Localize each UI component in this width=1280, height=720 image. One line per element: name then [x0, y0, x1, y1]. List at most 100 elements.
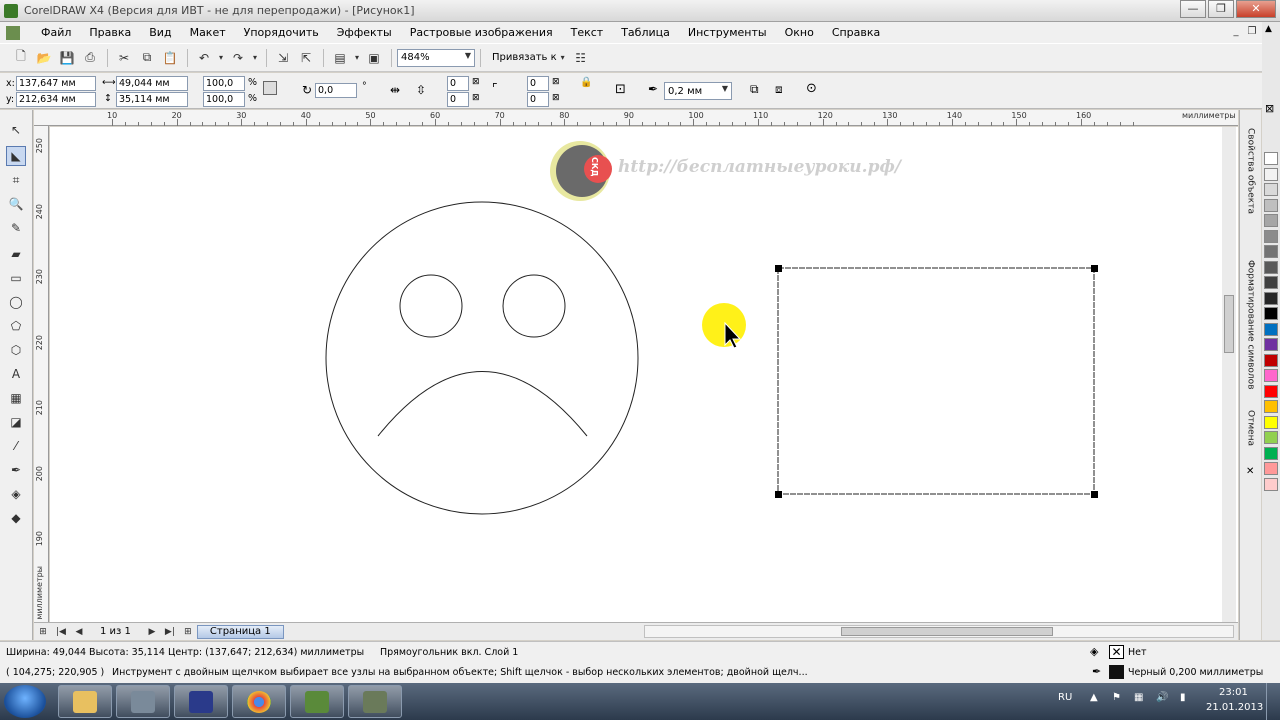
last-page-icon[interactable]: ▶|	[163, 625, 177, 639]
width-field[interactable]: 49,044 мм	[116, 76, 188, 91]
network-icon[interactable]: ▦	[1134, 692, 1143, 703]
no-fill-swatch[interactable]: ✕	[1109, 645, 1124, 659]
color-swatch[interactable]	[1264, 384, 1278, 398]
new-document-icon[interactable]: 🗋	[10, 48, 32, 68]
zoom-tool-icon[interactable]: 🔍	[6, 194, 26, 214]
document-icon[interactable]	[6, 25, 20, 40]
face-circle[interactable]	[325, 201, 639, 515]
menu-window[interactable]: Окно	[776, 26, 823, 39]
table-tool-icon[interactable]: ▦	[6, 388, 26, 408]
polygon-tool-icon[interactable]: ⬠	[6, 316, 26, 336]
start-button[interactable]	[4, 685, 46, 718]
menu-layout[interactable]: Макет	[181, 26, 235, 39]
scroll-thumb[interactable]	[841, 627, 1053, 636]
pick-tool-icon[interactable]: ↖	[6, 120, 26, 140]
color-swatch[interactable]	[1264, 214, 1278, 227]
menu-bitmaps[interactable]: Растровые изображения	[401, 26, 562, 39]
launcher-dropdown-icon[interactable]: ▾	[352, 48, 362, 68]
selection-node[interactable]	[1091, 491, 1098, 498]
clock-time[interactable]: 23:01	[1219, 687, 1248, 698]
lock-ratio-icon[interactable]	[263, 81, 277, 95]
color-swatch[interactable]	[1264, 446, 1278, 460]
selection-node[interactable]	[775, 265, 782, 272]
selection-node[interactable]	[1091, 265, 1098, 272]
color-swatch[interactable]	[1264, 291, 1278, 305]
options-icon[interactable]: ☷	[570, 48, 592, 68]
chevron-down-icon[interactable]: ▾	[557, 48, 569, 68]
page-options-icon[interactable]: ⊞	[36, 625, 50, 639]
smart-fill-tool-icon[interactable]: ▰	[6, 244, 26, 264]
selection-node[interactable]	[775, 491, 782, 498]
mirror-horizontal-icon[interactable]: ⇹	[390, 83, 400, 97]
welcome-screen-icon[interactable]: ▣	[363, 48, 385, 68]
x-position-field[interactable]: 137,647 мм	[16, 76, 96, 91]
y-position-field[interactable]: 212,634 мм	[16, 92, 96, 107]
menu-file[interactable]: Файл	[32, 26, 80, 39]
eyedropper-tool-icon[interactable]: ⁄	[6, 436, 26, 456]
menu-table[interactable]: Таблица	[612, 26, 679, 39]
scroll-thumb[interactable]	[1224, 295, 1234, 353]
scale-x-field[interactable]: 100,0	[203, 76, 245, 91]
close-button[interactable]: ✕	[1236, 0, 1276, 18]
drawing-canvas[interactable]: СКД http://бесплатныеуроки.рф/	[50, 127, 1238, 622]
interactive-fill-tool-icon[interactable]: ◆	[6, 508, 26, 528]
snap-to-dropdown[interactable]: Привязать к	[492, 52, 557, 63]
tab-character-formatting[interactable]: Форматирование символов	[1242, 260, 1259, 395]
left-eye[interactable]	[399, 274, 463, 338]
power-icon[interactable]: ▮	[1180, 692, 1186, 703]
corner-top-left-field[interactable]: 0	[447, 76, 469, 91]
no-color-swatch-icon[interactable]: ⊠	[1265, 102, 1274, 115]
volume-icon[interactable]: 🔊	[1156, 692, 1168, 703]
add-page-icon[interactable]: ⊞	[181, 625, 195, 639]
tab-object-properties[interactable]: Свойства объекта	[1242, 128, 1259, 248]
import-icon[interactable]: ⇲	[272, 48, 294, 68]
color-swatch[interactable]	[1264, 245, 1278, 258]
convert-to-curves-icon[interactable]: ⊙	[806, 81, 817, 96]
language-indicator[interactable]: RU	[1058, 692, 1072, 703]
menu-text[interactable]: Текст	[562, 26, 613, 39]
media-task[interactable]	[116, 685, 170, 718]
basic-shapes-tool-icon[interactable]: ⬡	[6, 340, 26, 360]
stepper-icon[interactable]: ⊠	[552, 93, 560, 103]
mirror-vertical-icon[interactable]: ⇳	[416, 83, 426, 97]
color-swatch[interactable]	[1264, 229, 1278, 243]
show-desktop-button[interactable]	[1266, 683, 1280, 720]
tab-undo[interactable]: Отмена	[1242, 410, 1259, 470]
to-front-icon[interactable]: ⧉	[750, 82, 759, 97]
color-swatch[interactable]	[1264, 276, 1278, 289]
print-icon[interactable]: ⎙	[79, 48, 101, 68]
doc-minimize-button[interactable]: _	[1228, 25, 1244, 39]
close-docker-icon[interactable]: ✕	[1246, 466, 1254, 477]
rotation-angle-field[interactable]: 0,0	[315, 83, 357, 98]
first-page-icon[interactable]: |◀	[54, 625, 68, 639]
vertical-ruler[interactable]: 250 240 230 220 210 200 190 миллиметры	[34, 126, 49, 622]
maximize-button[interactable]: ❐	[1208, 0, 1234, 18]
color-swatch[interactable]	[1264, 260, 1278, 274]
freehand-tool-icon[interactable]: ✎	[6, 218, 26, 238]
clock-date[interactable]: 21.01.2013	[1206, 702, 1263, 713]
flag-icon[interactable]: ⚑	[1112, 692, 1121, 703]
shape-tool-icon[interactable]: ◣	[6, 146, 26, 166]
color-swatch[interactable]	[1264, 353, 1278, 367]
outline-width-combo[interactable]: 0,2 мм ▼	[664, 82, 732, 100]
corner-top-right-field[interactable]: 0	[527, 76, 549, 91]
tab-page-1[interactable]: Страница 1	[196, 624, 284, 639]
color-swatch[interactable]	[1264, 431, 1278, 444]
stepper-icon[interactable]: ⊠	[552, 77, 560, 87]
ellipse-tool-icon[interactable]: ◯	[6, 292, 26, 312]
save-icon[interactable]: 💾	[56, 48, 78, 68]
redo-icon[interactable]: ↷	[227, 48, 249, 68]
horizontal-ruler[interactable]: 10 20 30 40 50 60 70 80 90 100 110 120 130 140 150 160 м…	[34, 110, 1238, 126]
palette-scroll-up-icon[interactable]: ▲	[1265, 24, 1272, 34]
chrome-task[interactable]	[232, 685, 286, 718]
undo-dropdown-icon[interactable]: ▾	[216, 48, 226, 68]
export-icon[interactable]: ⇱	[295, 48, 317, 68]
stepper-icon[interactable]: ⊠	[472, 77, 480, 87]
menu-view[interactable]: Вид	[140, 26, 180, 39]
cut-icon[interactable]: ✂	[113, 48, 135, 68]
prev-page-icon[interactable]: ◀	[72, 625, 86, 639]
corner-bottom-left-field[interactable]: 0	[447, 92, 469, 107]
open-icon[interactable]: 📂	[33, 48, 55, 68]
undo-icon[interactable]: ↶	[193, 48, 215, 68]
round-corners-icon[interactable]: ⌜	[492, 81, 498, 95]
